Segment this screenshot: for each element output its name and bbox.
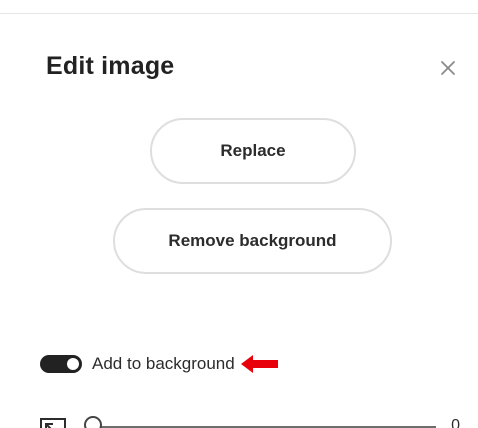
close-button[interactable] xyxy=(433,53,463,83)
panel-title: Edit image xyxy=(46,52,175,80)
remove-background-button[interactable]: Remove background xyxy=(113,208,392,274)
size-slider-value: 0 xyxy=(451,417,460,428)
add-to-background-row: Add to background xyxy=(40,350,279,378)
close-icon xyxy=(441,61,455,75)
add-to-background-toggle[interactable] xyxy=(40,355,82,373)
toggle-knob xyxy=(67,358,79,370)
edit-image-panel: Edit image Replace Remove background Add… xyxy=(0,0,478,428)
top-divider xyxy=(0,13,478,14)
red-arrow-left-icon xyxy=(240,355,278,373)
resize-icon xyxy=(40,418,66,428)
replace-button[interactable]: Replace xyxy=(150,118,356,184)
add-to-background-label: Add to background xyxy=(92,354,235,373)
replace-button-label: Replace xyxy=(220,141,286,160)
size-slider-row: 0 xyxy=(40,414,470,428)
size-slider-thumb[interactable] xyxy=(84,416,102,428)
remove-background-button-label: Remove background xyxy=(168,231,337,250)
